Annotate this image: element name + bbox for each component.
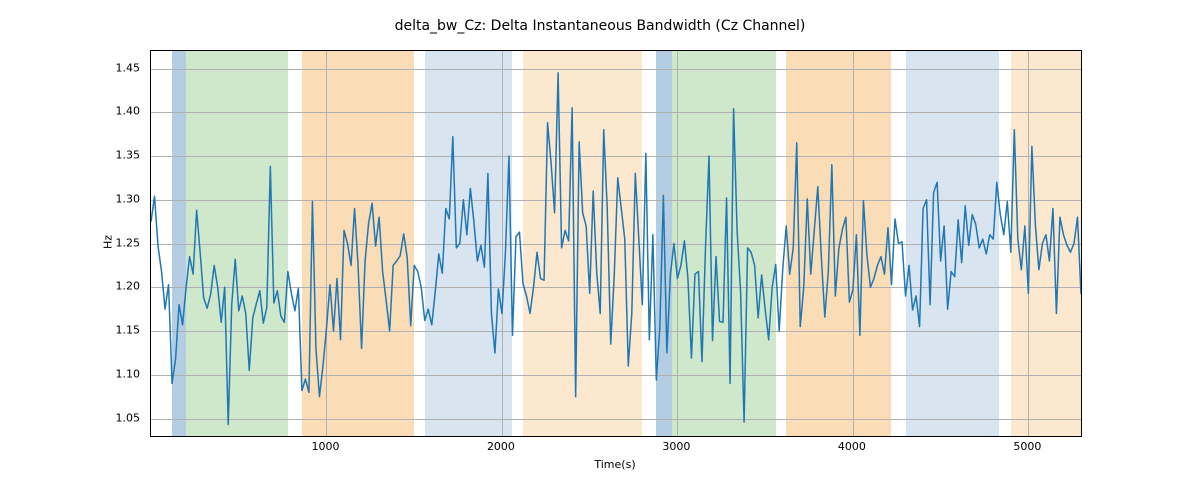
y-tick-label: 1.25 — [116, 236, 141, 249]
y-tick-label: 1.35 — [116, 149, 141, 162]
plot-area — [150, 50, 1082, 437]
y-tick-label: 1.40 — [116, 105, 141, 118]
x-tick-label: 4000 — [838, 440, 866, 453]
x-tick-label: 1000 — [311, 440, 339, 453]
x-tick-label: 5000 — [1013, 440, 1041, 453]
y-tick-label: 1.15 — [116, 324, 141, 337]
y-tick-label: 1.10 — [116, 367, 141, 380]
y-tick-label: 1.45 — [116, 61, 141, 74]
series-line — [151, 73, 1081, 425]
x-axis-label: Time(s) — [150, 458, 1080, 471]
y-tick-label: 1.20 — [116, 280, 141, 293]
y-axis-label: Hz — [102, 235, 115, 249]
y-tick-label: 1.05 — [116, 411, 141, 424]
x-tick-label: 2000 — [487, 440, 515, 453]
chart-title: delta_bw_Cz: Delta Instantaneous Bandwid… — [0, 18, 1200, 34]
y-tick-label: 1.30 — [116, 192, 141, 205]
x-tick-label: 3000 — [662, 440, 690, 453]
